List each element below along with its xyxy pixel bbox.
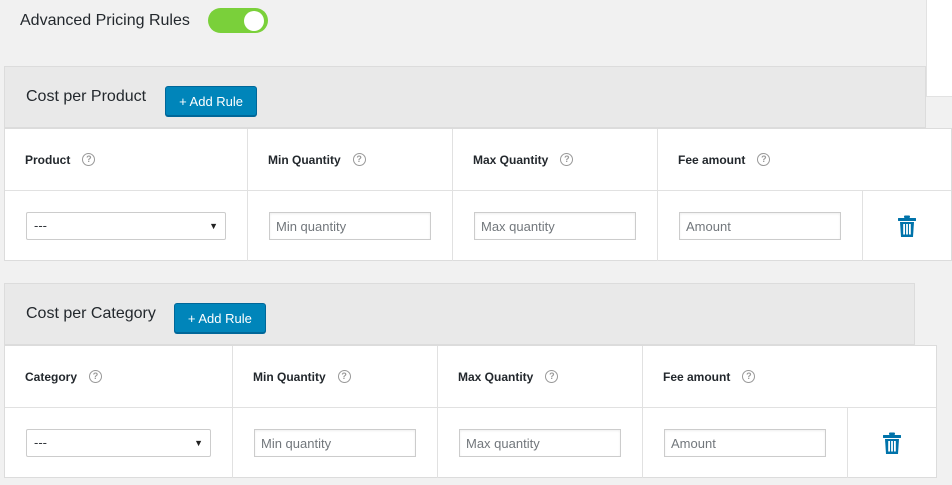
max-quantity-column-header: Max Quantity?: [438, 346, 643, 407]
category-fee-amount-input[interactable]: [664, 429, 826, 457]
product-rule-row: --- ▼: [5, 191, 951, 261]
fee-amount-cell: [658, 191, 863, 261]
category-select[interactable]: --- ▼: [26, 429, 211, 457]
category-add-rule-button[interactable]: + Add Rule: [173, 303, 266, 333]
trash-icon[interactable]: [883, 432, 901, 454]
product-fee-amount-input[interactable]: [679, 212, 841, 240]
max-quantity-header-label: Max Quantity: [458, 369, 534, 384]
advanced-pricing-toggle-row: Advanced Pricing Rules: [20, 8, 268, 33]
max-quantity-column-header: Max Quantity?: [453, 129, 658, 190]
help-circle-icon[interactable]: ?: [560, 153, 574, 166]
category-table-header-row: Category? Min Quantity? Max Quantity? Fe…: [5, 346, 936, 407]
fee-amount-header-label: Fee amount: [663, 369, 731, 384]
fee-amount-column-header: Fee amount?: [643, 346, 936, 407]
min-quantity-cell: [233, 408, 438, 478]
category-header-label: Category: [25, 369, 78, 384]
max-quantity-cell: [438, 408, 643, 478]
side-panel-edge: [926, 0, 952, 97]
category-rules-table: Category? Min Quantity? Max Quantity? Fe…: [4, 345, 937, 478]
help-circle-icon[interactable]: ?: [757, 153, 771, 166]
triangle-down-icon: ▼: [209, 221, 218, 231]
category-min-quantity-input[interactable]: [254, 429, 416, 457]
max-quantity-cell: [453, 191, 658, 261]
fee-amount-column-header: Fee amount?: [658, 129, 951, 190]
advanced-pricing-label: Advanced Pricing Rules: [20, 11, 190, 29]
product-section-header: Cost per Product + Add Rule: [4, 66, 926, 128]
min-quantity-header-label: Min Quantity: [253, 369, 326, 384]
min-quantity-column-header: Min Quantity?: [233, 346, 438, 407]
product-section-title: Cost per Product: [26, 88, 147, 105]
product-rules-table: Product? Min Quantity? Max Quantity? Fee…: [4, 128, 952, 261]
advanced-pricing-switch[interactable]: [207, 8, 268, 33]
min-quantity-cell: [248, 191, 453, 261]
min-quantity-column-header: Min Quantity?: [248, 129, 453, 190]
category-rule-row: --- ▼: [5, 408, 936, 478]
product-select[interactable]: --- ▼: [26, 212, 226, 240]
category-column-header: Category?: [5, 346, 233, 407]
category-max-quantity-input[interactable]: [459, 429, 621, 457]
category-select-cell: --- ▼: [5, 408, 233, 478]
help-circle-icon[interactable]: ?: [82, 153, 96, 166]
help-circle-icon[interactable]: ?: [352, 153, 366, 166]
fee-amount-cell: [643, 408, 848, 478]
category-section-header: Cost per Category + Add Rule: [4, 283, 915, 345]
help-circle-icon[interactable]: ?: [89, 370, 103, 383]
product-max-quantity-input[interactable]: [474, 212, 636, 240]
product-add-rule-button[interactable]: + Add Rule: [165, 86, 258, 116]
triangle-down-icon: ▼: [194, 438, 203, 448]
product-table-header-row: Product? Min Quantity? Max Quantity? Fee…: [5, 129, 951, 190]
min-quantity-header-label: Min Quantity: [268, 152, 341, 167]
delete-cell: [863, 191, 951, 261]
help-circle-icon[interactable]: ?: [545, 370, 559, 383]
switch-knob: [243, 10, 264, 31]
product-min-quantity-input[interactable]: [269, 212, 431, 240]
trash-icon[interactable]: [898, 215, 916, 237]
category-section-title: Cost per Category: [26, 305, 156, 322]
product-column-header: Product?: [5, 129, 248, 190]
help-circle-icon[interactable]: ?: [337, 370, 351, 383]
fee-amount-header-label: Fee amount: [678, 152, 746, 167]
delete-cell: [848, 408, 936, 478]
max-quantity-header-label: Max Quantity: [473, 152, 549, 167]
category-select-value: ---: [34, 435, 47, 450]
product-header-label: Product: [25, 152, 71, 167]
help-circle-icon[interactable]: ?: [742, 370, 756, 383]
product-select-value: ---: [34, 218, 47, 233]
product-select-cell: --- ▼: [5, 191, 248, 261]
